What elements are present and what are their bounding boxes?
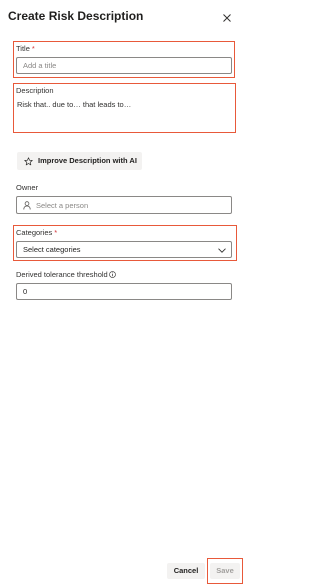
save-button-label: Save (216, 566, 234, 575)
person-icon (23, 201, 31, 210)
title-placeholder: Add a title (23, 61, 57, 70)
tolerance-value: 0 (23, 287, 28, 296)
panel-title: Create Risk Description (8, 9, 144, 23)
chevron-down-icon (218, 248, 226, 253)
star-icon (24, 156, 33, 165)
description-value: Risk that.. due to… that leads to… (17, 100, 132, 109)
improve-description-label: Improve Description with AI (38, 156, 137, 165)
categories-selected: Select categories (23, 245, 81, 254)
owner-label: Owner (16, 183, 39, 192)
title-input[interactable]: Add a title (16, 57, 232, 74)
improve-description-button[interactable]: Improve Description with AI (17, 152, 142, 170)
categories-required-mark: * (54, 228, 58, 237)
title-label: Title * (16, 44, 35, 54)
owner-placeholder: Select a person (36, 201, 89, 210)
tolerance-label-text: Derived tolerance threshold (16, 270, 108, 279)
categories-label-text: Categories (16, 228, 53, 237)
panel-header: Create Risk Description (8, 7, 244, 27)
cancel-button[interactable]: Cancel (167, 563, 205, 579)
create-risk-panel: Create Risk Description Title * Add a tit… (0, 0, 250, 585)
categories-dropdown[interactable]: Select categories (16, 241, 232, 258)
description-textarea[interactable]: Risk that.. due to… that leads to… (16, 96, 234, 130)
close-icon[interactable] (222, 13, 232, 23)
categories-label: Categories * (16, 228, 57, 238)
info-icon[interactable] (108, 271, 116, 278)
tolerance-input[interactable]: 0 (16, 283, 232, 300)
owner-picker[interactable]: Select a person (16, 196, 232, 214)
tolerance-label: Derived tolerance threshold (16, 270, 116, 280)
save-button[interactable]: Save (210, 563, 240, 579)
description-label: Description (16, 86, 54, 95)
title-label-text: Title (16, 44, 30, 53)
cancel-button-label: Cancel (173, 566, 199, 575)
title-required-mark: * (31, 44, 35, 53)
